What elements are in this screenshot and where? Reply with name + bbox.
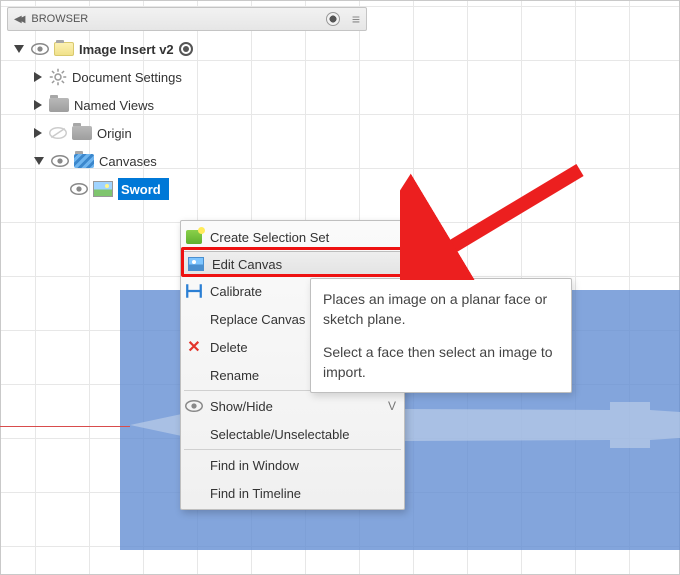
blank-icon xyxy=(185,366,203,384)
tree-item-label: Origin xyxy=(97,126,132,141)
canvases-folder-icon xyxy=(74,154,94,168)
expand-toggle-icon[interactable] xyxy=(34,157,44,165)
tree-item-canvases[interactable]: Canvases xyxy=(34,147,193,175)
ctx-item-label: Find in Timeline xyxy=(210,486,396,501)
edit-canvas-icon xyxy=(187,255,205,273)
ctx-item-edit-canvas[interactable]: Edit Canvas xyxy=(182,251,403,277)
ctx-item-find-in-window[interactable]: Find in Window xyxy=(181,451,404,479)
blank-icon xyxy=(185,425,203,443)
expand-toggle-icon[interactable] xyxy=(14,45,24,53)
expand-toggle-icon[interactable] xyxy=(34,128,42,138)
pin-icon[interactable] xyxy=(326,12,340,26)
blank-icon xyxy=(185,456,203,474)
ctx-item-shortcut: V xyxy=(388,399,396,413)
ctx-item-label: Edit Canvas xyxy=(212,257,394,272)
menu-separator xyxy=(184,449,401,450)
tree-item-named-views[interactable]: Named Views xyxy=(34,91,193,119)
folder-icon xyxy=(72,126,92,140)
tree-root-row[interactable]: Image Insert v2 xyxy=(14,35,193,63)
expand-toggle-icon[interactable] xyxy=(34,100,42,110)
browser-panel-title: BROWSER xyxy=(31,13,319,25)
visibility-icon xyxy=(185,397,203,415)
blank-icon xyxy=(185,484,203,502)
browser-tree: Image Insert v2 Document Settings Named … xyxy=(10,35,193,203)
component-icon xyxy=(54,42,74,56)
tree-item-label-selected: Sword xyxy=(118,178,169,200)
delete-icon: ✕ xyxy=(185,338,203,356)
x-axis-line xyxy=(0,426,130,427)
ctx-item-label: Create Selection Set xyxy=(210,230,396,245)
calibrate-icon xyxy=(185,282,203,300)
ctx-item-find-in-timeline[interactable]: Find in Timeline xyxy=(181,479,404,507)
tree-item-label: Document Settings xyxy=(72,70,182,85)
visibility-hidden-icon[interactable] xyxy=(49,127,67,139)
tooltip-line: Places an image on a planar face or sket… xyxy=(323,289,559,330)
visibility-icon[interactable] xyxy=(31,43,49,55)
ctx-item-create-selection-set[interactable]: Create Selection Set xyxy=(181,223,404,251)
blank-icon xyxy=(185,310,203,328)
tree-item-label: Canvases xyxy=(99,154,157,169)
tooltip-line: Select a face then select an image to im… xyxy=(323,342,559,383)
selection-set-icon xyxy=(185,228,203,246)
panel-menu-icon[interactable]: ≡ xyxy=(352,11,360,27)
visibility-icon[interactable] xyxy=(70,183,88,195)
folder-icon xyxy=(49,98,69,112)
collapse-panel-icon[interactable]: ◀◀ xyxy=(14,14,21,25)
visibility-icon[interactable] xyxy=(51,155,69,167)
gear-icon xyxy=(49,68,67,86)
tree-item-sword[interactable]: Sword xyxy=(70,175,193,203)
edit-canvas-tooltip: Places an image on a planar face or sket… xyxy=(310,278,572,393)
ctx-item-selectable[interactable]: Selectable/Unselectable xyxy=(181,420,404,448)
active-component-icon[interactable] xyxy=(179,42,193,56)
canvas-image-icon xyxy=(93,181,113,197)
root-label: Image Insert v2 xyxy=(79,42,174,57)
ctx-item-label: Show/Hide xyxy=(210,399,381,414)
ctx-item-label: Selectable/Unselectable xyxy=(210,427,396,442)
tree-item-label: Named Views xyxy=(74,98,154,113)
browser-panel-header[interactable]: ◀◀ BROWSER ≡ xyxy=(7,7,367,31)
tree-item-document-settings[interactable]: Document Settings xyxy=(34,63,193,91)
tree-item-origin[interactable]: Origin xyxy=(34,119,193,147)
ctx-item-show-hide[interactable]: Show/Hide V xyxy=(181,392,404,420)
ctx-item-label: Find in Window xyxy=(210,458,396,473)
expand-toggle-icon[interactable] xyxy=(34,72,42,82)
